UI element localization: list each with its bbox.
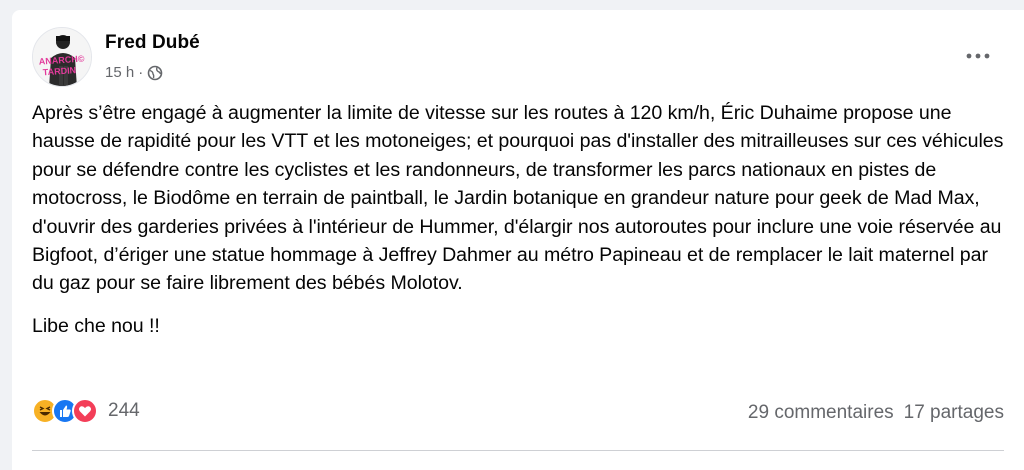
reaction-count[interactable]: 244 (108, 400, 140, 422)
meta-separator: · (138, 64, 144, 81)
avatar-image: ANARCH© TARDIN (33, 28, 91, 86)
globe-icon[interactable] (147, 65, 163, 81)
love-icon (72, 398, 98, 424)
post-meta: 15 h · (105, 64, 163, 81)
avatar[interactable]: ANARCH© TARDIN (32, 27, 92, 87)
post-paragraph-1: Après s’être engagé à augmenter la limit… (32, 102, 1004, 295)
shares-count[interactable]: 17 partages (904, 402, 1004, 424)
author-name[interactable]: Fred Dubé (105, 32, 200, 54)
comments-count[interactable]: 29 commentaires (748, 402, 894, 424)
post-card: ANARCH© TARDIN Fred Dubé 15 h · Après s’… (12, 10, 1024, 470)
post-stats: 29 commentaires 17 partages (748, 402, 1004, 424)
post-body: Après s’être engagé à augmenter la limit… (32, 99, 1012, 340)
more-icon (966, 53, 990, 59)
more-options-button[interactable] (960, 44, 996, 68)
post-time[interactable]: 15 h (105, 64, 134, 81)
post-paragraph-2: Libe che nou !! (32, 314, 160, 337)
divider (32, 450, 1004, 451)
reactions-summary[interactable]: 244 (32, 398, 140, 424)
